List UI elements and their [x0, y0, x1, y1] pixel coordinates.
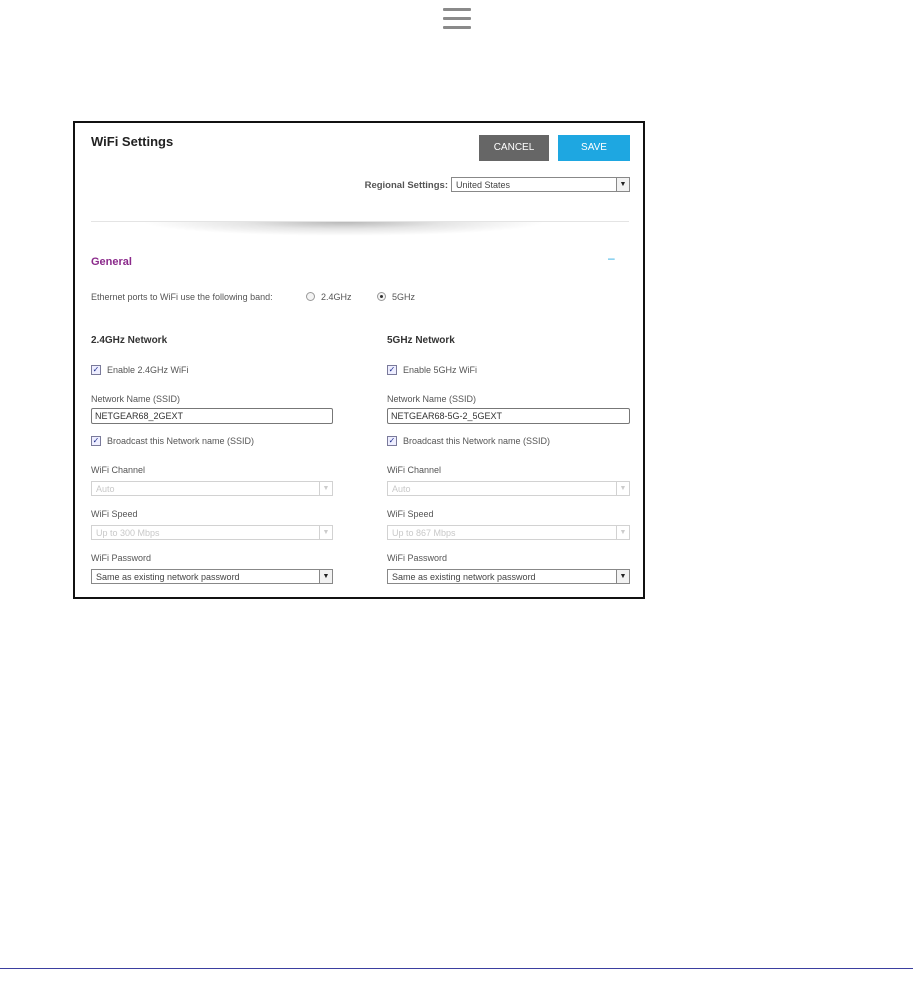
password-label-5ghz: WiFi Password [387, 553, 448, 563]
enable-2-4ghz-label: Enable 2.4GHz WiFi [107, 365, 189, 375]
dropdown-arrow-icon: ▼ [616, 178, 629, 191]
enable-5ghz-label: Enable 5GHz WiFi [403, 365, 478, 375]
password-select-5ghz[interactable]: Same as existing network password ▼ [387, 569, 630, 584]
dropdown-arrow-icon: ▼ [319, 482, 332, 495]
password-label-2-4ghz: WiFi Password [91, 553, 152, 563]
collapse-icon[interactable]: – [608, 251, 617, 265]
channel-label-2-4ghz: WiFi Channel [91, 465, 146, 475]
broadcast-5ghz-checkbox[interactable]: ✓ [387, 436, 397, 446]
ssid-input-5ghz[interactable]: NETGEAR68-5G-2_5GEXT [387, 408, 630, 424]
radio-band-5ghz[interactable] [377, 292, 386, 301]
cancel-button[interactable]: CANCEL [479, 135, 549, 161]
channel-select-5ghz: Auto ▼ [387, 481, 630, 496]
network-heading-5ghz: 5GHz Network [387, 335, 455, 346]
save-button[interactable]: SAVE [558, 135, 630, 161]
regional-settings-select[interactable]: United States ▼ [451, 177, 630, 192]
speed-value-5ghz: Up to 867 Mbps [392, 528, 456, 538]
radio-label-5ghz: 5GHz [392, 292, 416, 302]
password-value-5ghz: Same as existing network password [392, 572, 536, 582]
radio-band-2-4ghz[interactable] [306, 292, 315, 301]
channel-label-5ghz: WiFi Channel [387, 465, 442, 475]
enable-5ghz-checkbox[interactable]: ✓ [387, 365, 397, 375]
password-select-2-4ghz[interactable]: Same as existing network password ▼ [91, 569, 333, 584]
speed-select-5ghz: Up to 867 Mbps ▼ [387, 525, 630, 540]
page-footer-rule [0, 968, 913, 969]
ssid-label-5ghz: Network Name (SSID) [387, 394, 477, 404]
speed-value-2-4ghz: Up to 300 Mbps [96, 528, 160, 538]
page-title: WiFi Settings [91, 134, 174, 149]
dropdown-arrow-icon: ▼ [319, 570, 332, 583]
password-value-2-4ghz: Same as existing network password [96, 572, 240, 582]
network-heading-2-4ghz: 2.4GHz Network [91, 335, 168, 346]
general-section-heading: General [91, 256, 132, 268]
speed-label-2-4ghz: WiFi Speed [91, 509, 138, 519]
dropdown-arrow-icon: ▼ [616, 482, 629, 495]
hamburger-menu-icon[interactable] [443, 8, 471, 30]
speed-select-2-4ghz: Up to 300 Mbps ▼ [91, 525, 333, 540]
ssid-label-2-4ghz: Network Name (SSID) [91, 394, 181, 404]
ssid-input-2-4ghz[interactable]: NETGEAR68_2GEXT [91, 408, 333, 424]
speed-label-5ghz: WiFi Speed [387, 509, 434, 519]
channel-value-5ghz: Auto [392, 484, 411, 494]
band-label: Ethernet ports to WiFi use the following… [91, 292, 273, 302]
regional-settings-value: United States [456, 180, 511, 190]
broadcast-2-4ghz-checkbox[interactable]: ✓ [91, 436, 101, 446]
radio-label-2-4ghz: 2.4GHz [321, 292, 352, 302]
dropdown-arrow-icon: ▼ [616, 526, 629, 539]
enable-2-4ghz-checkbox[interactable]: ✓ [91, 365, 101, 375]
broadcast-2-4ghz-label: Broadcast this Network name (SSID) [107, 436, 255, 446]
dropdown-arrow-icon: ▼ [616, 570, 629, 583]
dropdown-arrow-icon: ▼ [319, 526, 332, 539]
broadcast-5ghz-label: Broadcast this Network name (SSID) [403, 436, 551, 446]
channel-select-2-4ghz: Auto ▼ [91, 481, 333, 496]
regional-settings-label: Regional Settings: [364, 180, 448, 191]
wifi-settings-panel: WiFi Settings CANCEL SAVE Regional Setti… [73, 121, 645, 599]
channel-value-2-4ghz: Auto [96, 484, 115, 494]
divider-shadow [141, 222, 547, 236]
